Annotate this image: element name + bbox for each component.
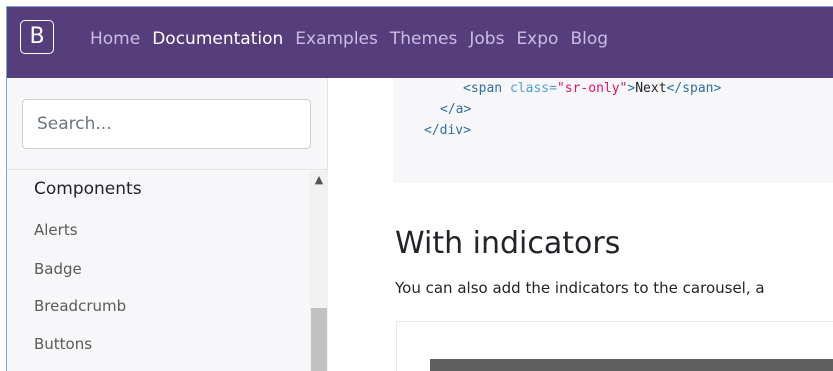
nav-link-documentation[interactable]: Documentation [152,29,283,49]
code-line-1: <span class="sr-only">Next</span> [463,81,722,96]
main-content: <span class="sr-only">Next</span> </a> <… [329,78,833,371]
bootstrap-logo[interactable]: B [20,20,54,54]
docs-sidebar: Components Alerts Badge Breadcrumb Butto… [7,78,328,371]
top-navbar: B Home Documentation Examples Themes Job… [7,7,833,78]
nav-link-expo[interactable]: Expo [516,29,558,49]
section-heading: With indicators [395,226,621,261]
sidebar-item-buttons[interactable]: Buttons [34,335,92,353]
carousel-slide[interactable] [430,359,833,371]
sidebar-item-breadcrumb[interactable]: Breadcrumb [34,297,126,315]
search-input[interactable] [22,99,311,149]
nav-links: Home Documentation Examples Themes Jobs … [90,29,620,49]
code-line-2: </a> [440,102,472,117]
sidebar-item-badge[interactable]: Badge [34,260,82,278]
nav-link-home[interactable]: Home [90,29,140,49]
sidebar-item-alerts[interactable]: Alerts [34,221,78,239]
browser-viewport: B Home Documentation Examples Themes Job… [6,6,833,371]
sidebar-section-components[interactable]: Components [34,179,142,199]
carousel-example [396,321,833,371]
sidebar-nav: Components Alerts Badge Breadcrumb Butto… [7,171,310,371]
search-area [7,78,328,170]
section-description: You can also add the indicators to the c… [395,279,765,297]
scroll-thumb[interactable] [311,308,327,371]
nav-link-jobs[interactable]: Jobs [469,29,504,49]
sidebar-scrollbar[interactable]: ▲ [310,171,328,371]
nav-link-themes[interactable]: Themes [390,29,458,49]
code-line-3: </div> [424,123,471,138]
code-example: <span class="sr-only">Next</span> </a> <… [393,78,833,183]
scroll-up-arrow-icon[interactable]: ▲ [310,171,328,189]
nav-link-blog[interactable]: Blog [570,29,608,49]
nav-link-examples[interactable]: Examples [295,29,378,49]
